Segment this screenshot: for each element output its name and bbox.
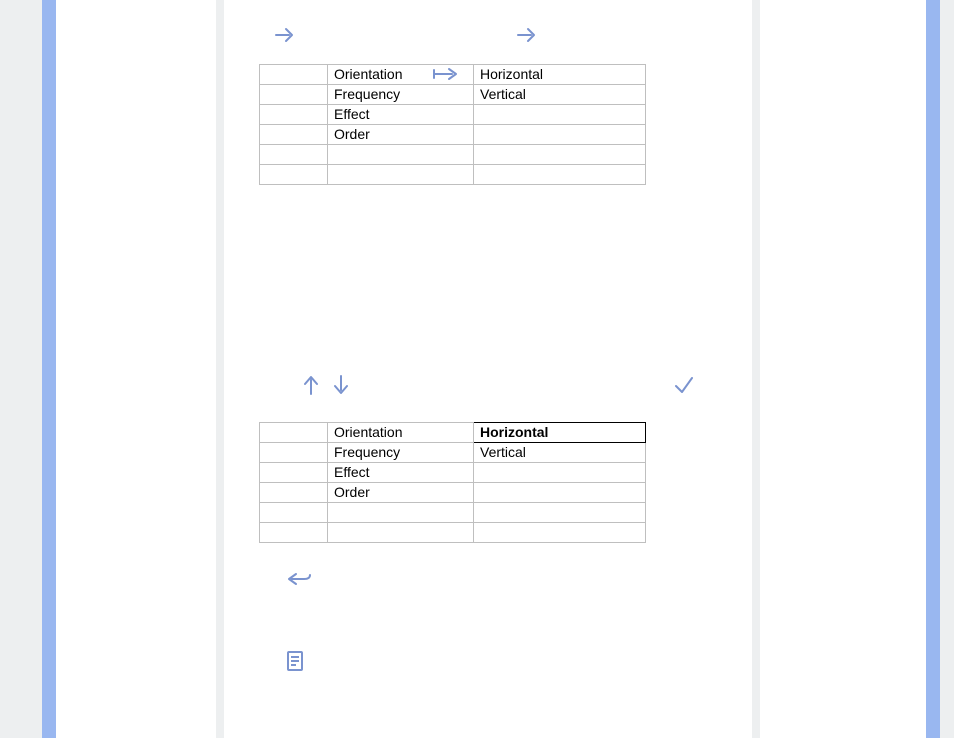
cell[interactable] <box>474 145 646 165</box>
cell[interactable]: Order <box>328 125 474 145</box>
cell[interactable] <box>260 85 328 105</box>
cell[interactable]: Vertical <box>474 443 646 463</box>
cell[interactable] <box>260 463 328 483</box>
cell[interactable]: Orientation <box>328 423 474 443</box>
cell[interactable]: Effect <box>328 463 474 483</box>
cell[interactable] <box>260 423 328 443</box>
cell[interactable] <box>474 523 646 543</box>
table-row: Orientation Horizontal <box>260 423 646 443</box>
document-icon <box>286 650 304 672</box>
cell[interactable] <box>474 483 646 503</box>
table-row <box>260 145 646 165</box>
arrow-right-icon <box>516 26 538 44</box>
page-content: Orientation Horizontal Frequency Vertica… <box>224 0 752 738</box>
cell[interactable] <box>260 523 328 543</box>
cell[interactable] <box>474 105 646 125</box>
cell[interactable]: Effect <box>328 105 474 125</box>
table-after[interactable]: Orientation Horizontal Frequency Vertica… <box>259 422 646 543</box>
cell[interactable] <box>260 483 328 503</box>
table-row: Frequency Vertical <box>260 85 646 105</box>
check-icon <box>673 374 695 396</box>
cell[interactable]: Horizontal <box>474 65 646 85</box>
ruler-left <box>42 0 56 738</box>
arrow-up-icon <box>302 374 320 396</box>
table-row <box>260 503 646 523</box>
cell[interactable] <box>474 125 646 145</box>
cell[interactable] <box>260 65 328 85</box>
table-row: Effect <box>260 463 646 483</box>
arrow-left-icon <box>286 570 312 588</box>
cell[interactable] <box>260 105 328 125</box>
cell[interactable]: Frequency <box>328 85 474 105</box>
cell[interactable] <box>474 165 646 185</box>
page: Orientation Horizontal Frequency Vertica… <box>56 0 926 738</box>
arrow-down-icon <box>332 374 350 396</box>
table-row: Order <box>260 483 646 503</box>
table-row: Effect <box>260 105 646 125</box>
cell[interactable]: Vertical <box>474 85 646 105</box>
cell[interactable] <box>328 165 474 185</box>
cell[interactable] <box>474 503 646 523</box>
cell[interactable] <box>260 165 328 185</box>
cell[interactable] <box>260 443 328 463</box>
ruler-right <box>926 0 940 738</box>
cell[interactable] <box>328 523 474 543</box>
cell[interactable] <box>260 503 328 523</box>
margin-right <box>760 0 926 738</box>
table-row: Order <box>260 125 646 145</box>
cell[interactable] <box>260 125 328 145</box>
arrow-right-icon <box>274 26 296 44</box>
table-row <box>260 523 646 543</box>
cell[interactable] <box>260 145 328 165</box>
cell[interactable]: Frequency <box>328 443 474 463</box>
cell-selected[interactable]: Horizontal <box>474 423 646 443</box>
table-before[interactable]: Orientation Horizontal Frequency Vertica… <box>259 64 646 185</box>
cell[interactable] <box>328 145 474 165</box>
insert-arrow-icon <box>432 66 462 82</box>
table-row: Frequency Vertical <box>260 443 646 463</box>
cell[interactable]: Order <box>328 483 474 503</box>
cell[interactable] <box>474 463 646 483</box>
margin-left <box>56 0 216 738</box>
cell[interactable] <box>328 503 474 523</box>
table-row <box>260 165 646 185</box>
